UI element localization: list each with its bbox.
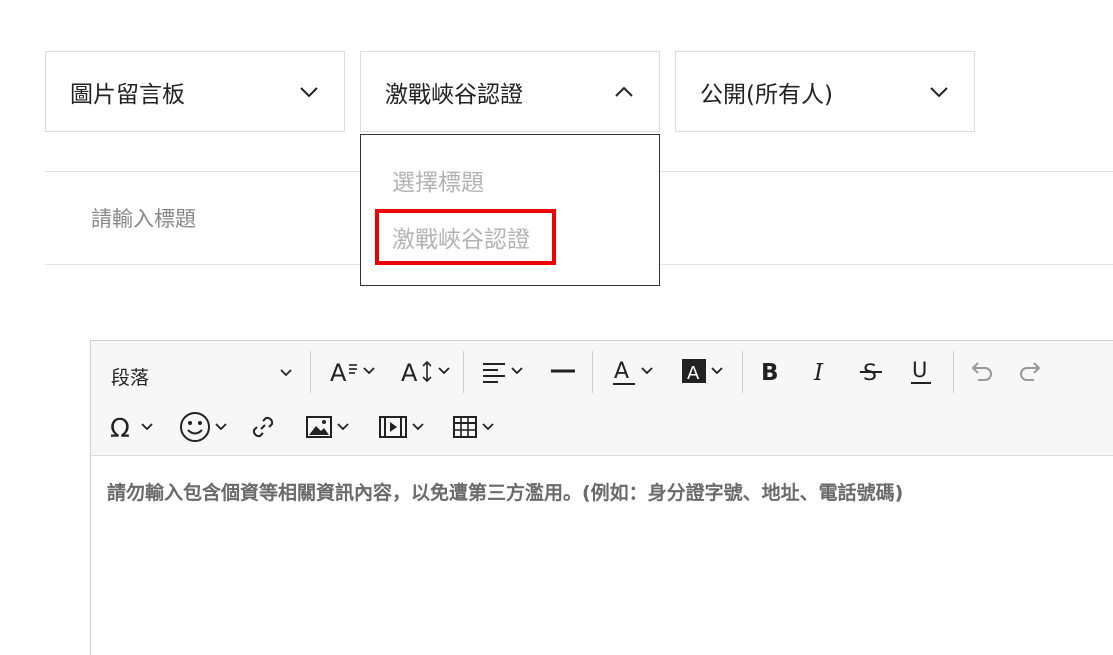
line-height-icon: A [401, 359, 432, 385]
chevron-down-icon [298, 81, 320, 103]
redo-icon [1020, 362, 1041, 381]
redo-button[interactable] [1013, 349, 1049, 393]
chevron-down-icon [641, 367, 653, 375]
category-dropdown-list: 選擇標題 激戰峽谷認證 [360, 134, 660, 286]
svg-text:A: A [330, 359, 347, 385]
image-icon [306, 416, 332, 438]
highlight-box [375, 209, 556, 265]
chevron-down-icon [511, 367, 523, 375]
svg-text:A: A [401, 359, 418, 385]
font-color-icon: A [613, 359, 635, 385]
visibility-select-value: 公開(所有人) [700, 81, 833, 108]
chevron-down-icon [412, 423, 424, 431]
chevron-down-icon [141, 423, 153, 431]
dropdown-option-choose-title[interactable]: 選擇標題 [392, 163, 484, 197]
editor-toolbar: 段落 A A A A B I S U Ω [91, 341, 1113, 456]
italic-button[interactable]: I [803, 349, 839, 393]
special-char-button[interactable]: Ω [101, 405, 161, 449]
table-icon [453, 416, 477, 438]
chevron-down-icon [337, 423, 349, 431]
italic-icon: I [813, 360, 824, 384]
background-color-icon: A [682, 359, 706, 384]
underline-button[interactable]: U [903, 349, 939, 393]
image-button[interactable] [295, 405, 359, 449]
chevron-down-icon [215, 423, 227, 431]
chevron-up-icon [613, 81, 635, 103]
font-color-button[interactable]: A [603, 349, 661, 393]
special-char-icon: Ω [110, 414, 130, 441]
svg-text:A: A [687, 363, 700, 384]
strikethrough-icon: S [860, 361, 882, 384]
video-button[interactable] [369, 405, 433, 449]
underline-icon: U [911, 358, 931, 384]
undo-button[interactable] [963, 349, 999, 393]
align-icon [483, 363, 505, 383]
font-size-button[interactable]: A [323, 349, 381, 393]
board-select-value: 圖片留言板 [70, 81, 185, 108]
background-color-button[interactable]: A [673, 349, 731, 393]
toolbar-separator [953, 351, 954, 393]
rich-text-editor: 段落 A A A A B I S U Ω 請勿輸入包含個資等相關資訊內容，以免遭… [90, 340, 1113, 655]
category-select-value: 激戰峽谷認證 [385, 81, 523, 108]
table-button[interactable] [443, 405, 503, 449]
strikethrough-button[interactable]: S [853, 349, 889, 393]
toolbar-separator [463, 351, 464, 393]
svg-text:B: B [761, 360, 779, 384]
chevron-down-icon [482, 423, 494, 431]
toolbar-row-1: 段落 A A A A B I S U [91, 345, 1113, 397]
svg-text:I: I [813, 360, 824, 384]
bold-icon: B [761, 360, 779, 384]
toolbar-separator [742, 351, 743, 393]
font-size-icon: A [330, 359, 357, 385]
svg-text:A: A [614, 359, 629, 384]
bold-button[interactable]: B [753, 349, 789, 393]
horizontal-line-icon [551, 369, 575, 373]
chevron-down-icon [280, 369, 292, 377]
align-button[interactable] [473, 349, 531, 393]
emoji-icon [180, 412, 210, 442]
chevron-down-icon [711, 367, 723, 375]
link-icon [252, 416, 274, 438]
visibility-select[interactable]: 公開(所有人) [675, 51, 975, 132]
undo-icon [971, 362, 992, 381]
toolbar-separator [310, 351, 311, 393]
link-button[interactable] [245, 405, 281, 449]
chevron-down-icon [438, 367, 450, 375]
editor-placeholder: 請勿輸入包含個資等相關資訊內容，以免遭第三方濫用。(例如：身分證字號、地址、電話… [107, 482, 904, 504]
editor-content-area[interactable]: 請勿輸入包含個資等相關資訊內容，以免遭第三方濫用。(例如：身分證字號、地址、電話… [107, 478, 903, 505]
horizontal-line-button[interactable] [543, 349, 583, 393]
board-select[interactable]: 圖片留言板 [45, 51, 345, 132]
svg-text:Ω: Ω [110, 414, 130, 441]
toolbar-separator [592, 351, 593, 393]
category-select[interactable]: 激戰峽谷認證 [360, 51, 660, 132]
paragraph-format-label: 段落 [111, 367, 150, 389]
paragraph-format-select[interactable]: 段落 [91, 349, 301, 393]
svg-text:U: U [912, 358, 927, 382]
line-height-button[interactable]: A [393, 349, 457, 393]
emoji-button[interactable] [173, 405, 233, 449]
video-icon [379, 416, 407, 438]
chevron-down-icon [928, 81, 950, 103]
chevron-down-icon [363, 367, 375, 375]
toolbar-row-2: Ω [91, 401, 1113, 453]
